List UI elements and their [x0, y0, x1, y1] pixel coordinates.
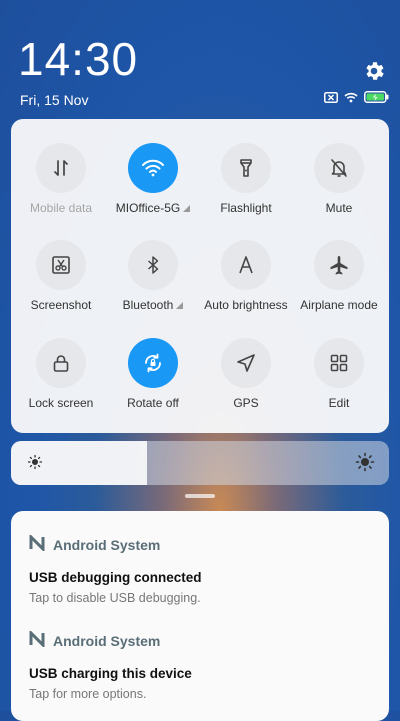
bluetooth-label: Bluetooth: [122, 298, 174, 312]
gps-icon[interactable]: [221, 338, 271, 388]
lock-icon[interactable]: [36, 338, 86, 388]
wifi-status-icon: [344, 92, 358, 103]
tile-rotate-off[interactable]: Rotate off: [103, 338, 203, 410]
notification-app-name: Android System: [53, 536, 161, 553]
date[interactable]: Fri, 15 Nov: [20, 92, 88, 108]
tile-mute[interactable]: Mute: [289, 143, 389, 215]
notification-title: USB debugging connected: [29, 570, 202, 585]
android-system-icon: [29, 533, 45, 554]
screenshot-icon[interactable]: [36, 240, 86, 290]
notification-body: Tap for more options.: [29, 687, 147, 701]
tile-label: Rotate off: [127, 396, 179, 410]
settings-gear-icon[interactable]: [362, 59, 386, 83]
tile-bluetooth[interactable]: Bluetooth: [103, 240, 203, 312]
notification-app-row: Android System: [29, 533, 369, 554]
tile-label: Screenshot: [30, 298, 92, 312]
notification-title: USB charging this device: [29, 666, 192, 681]
tile-wifi[interactable]: MIOffice-5G: [103, 143, 203, 215]
rotate-lock-icon[interactable]: [128, 338, 178, 388]
system-status-icons: [324, 91, 389, 103]
notification-body: Tap to disable USB debugging.: [29, 591, 201, 605]
expand-triangle-icon: [176, 302, 184, 310]
tile-lock-screen[interactable]: Lock screen: [11, 338, 111, 410]
tile-auto-brightness[interactable]: Auto brightness: [196, 240, 296, 312]
android-system-icon: [29, 629, 45, 650]
no-sim-icon: [324, 91, 338, 103]
tile-label: Bluetooth: [103, 298, 203, 312]
status-header: 14:30 Fri, 15 Nov: [0, 0, 400, 115]
wifi-network-name: MIOffice-5G: [115, 201, 181, 215]
tile-label: Edit: [328, 396, 350, 410]
tile-gps[interactable]: GPS: [196, 338, 296, 410]
notification-item[interactable]: Android System USB charging this device …: [29, 629, 369, 701]
tile-label: MIOffice-5G: [103, 201, 203, 215]
tile-edit[interactable]: Edit: [289, 338, 389, 410]
tile-label: Auto brightness: [204, 298, 288, 312]
tile-screenshot[interactable]: Screenshot: [11, 240, 111, 312]
tile-label: Mute: [325, 201, 353, 215]
tile-mobile-data[interactable]: Mobile data: [11, 143, 111, 215]
tile-label: Airplane mode: [300, 298, 378, 312]
tile-label: Flashlight: [220, 201, 272, 215]
airplane-icon[interactable]: [314, 240, 364, 290]
expand-triangle-icon: [183, 205, 191, 213]
brightness-high-icon: [355, 452, 375, 477]
panel-drag-handle[interactable]: [185, 494, 215, 498]
grid-icon[interactable]: [314, 338, 364, 388]
notification-card: Android System USB debugging connected T…: [11, 511, 389, 721]
mobile-data-icon[interactable]: [36, 143, 86, 193]
tile-airplane-mode[interactable]: Airplane mode: [289, 240, 389, 312]
bluetooth-icon[interactable]: [128, 240, 178, 290]
notification-app-row: Android System: [29, 629, 369, 650]
clock[interactable]: 14:30: [18, 32, 138, 86]
quick-settings-panel: Mobile data MIOffice-5G Flashlight Mute …: [11, 119, 389, 433]
brightness-slider[interactable]: [11, 441, 389, 485]
tile-label: Mobile data: [29, 201, 93, 215]
tile-flashlight[interactable]: Flashlight: [196, 143, 296, 215]
battery-charging-icon: [364, 91, 389, 103]
flashlight-icon[interactable]: [221, 143, 271, 193]
tile-label: GPS: [233, 396, 259, 410]
notification-app-name: Android System: [53, 632, 161, 649]
auto-brightness-icon[interactable]: [221, 240, 271, 290]
notification-item[interactable]: Android System USB debugging connected T…: [29, 533, 369, 605]
brightness-low-icon: [27, 454, 43, 475]
bell-off-icon[interactable]: [314, 143, 364, 193]
tile-label: Lock screen: [28, 396, 94, 410]
wifi-icon[interactable]: [128, 143, 178, 193]
